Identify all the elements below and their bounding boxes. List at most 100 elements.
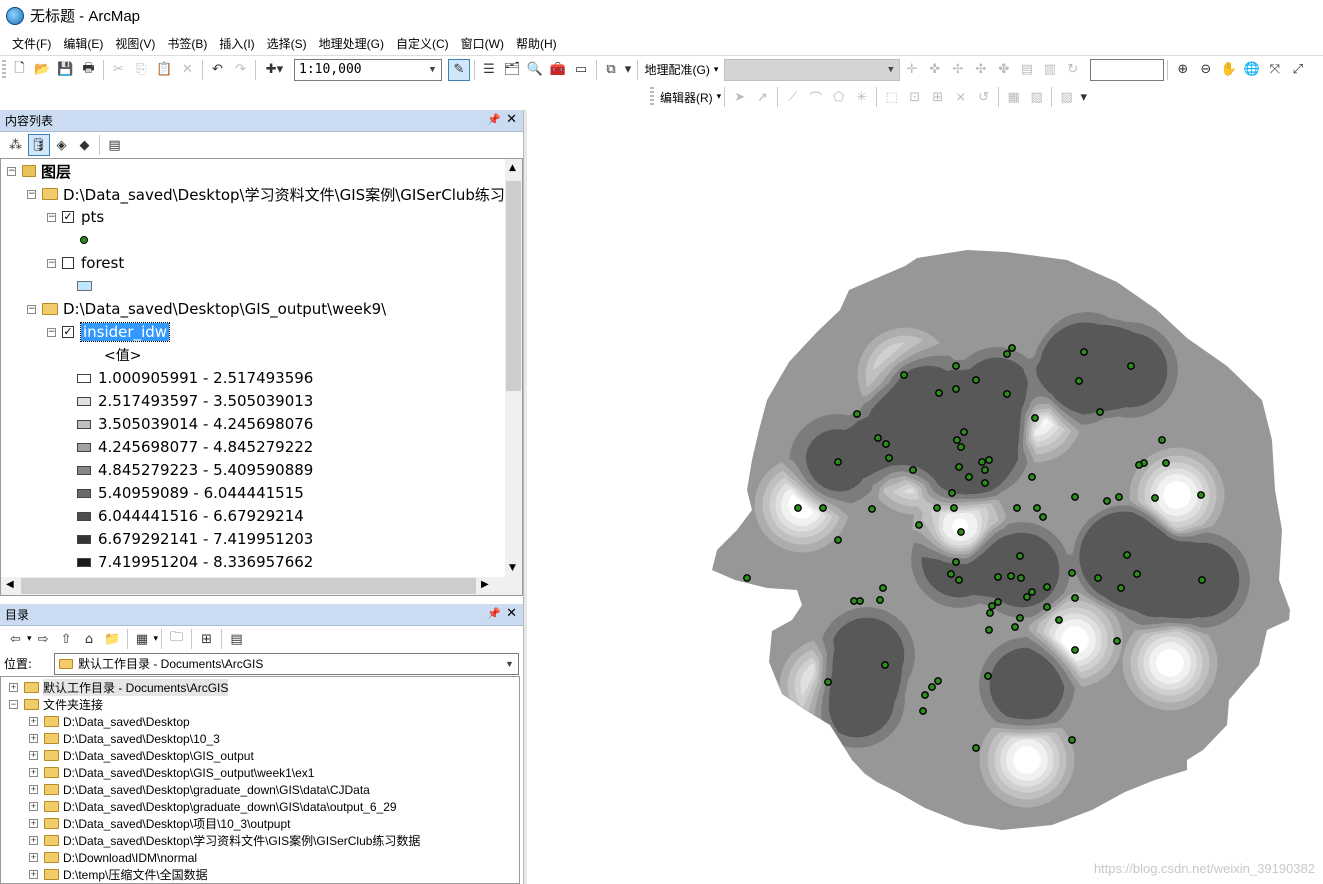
collapse-icon[interactable]: − — [27, 189, 36, 199]
sketch-properties-icon[interactable]: ▧ — [1026, 86, 1048, 108]
new-document-icon[interactable]: 🗋 — [9, 59, 31, 81]
menu-selection[interactable]: 选择(S) — [261, 35, 313, 52]
folder-connection-item[interactable]: + D:\Data_saved\Desktop\GIS_output\week1\… — [29, 764, 314, 781]
toc-vertical-scrollbar[interactable]: ▲ ▼ — [505, 159, 522, 577]
catalog-tree-icon[interactable]: ⊞ — [196, 628, 218, 650]
cut-icon[interactable]: ✂ — [108, 59, 130, 81]
georef-shift-icon[interactable]: ✤ — [993, 59, 1015, 81]
expand-icon[interactable]: + — [29, 717, 38, 726]
forward-arrow-icon[interactable]: ⇨ — [32, 628, 54, 650]
collapse-icon[interactable]: − — [47, 327, 56, 337]
georeferencing-menu[interactable]: 地理配准(G) — [641, 61, 714, 78]
list-by-drawing-order-icon[interactable]: ⁂ — [5, 134, 27, 156]
map-scale-combo[interactable]: 1:10,000 ▼ — [294, 58, 442, 81]
georef-viewer-icon[interactable]: ▥ — [1039, 59, 1061, 81]
toc-layer-forest[interactable]: − forest — [47, 252, 124, 274]
expand-icon[interactable]: + — [29, 785, 38, 794]
expand-icon[interactable]: + — [29, 802, 38, 811]
fixed-zoom-in-icon[interactable]: ⤧ — [1264, 59, 1286, 81]
folder-connection-item[interactable]: + D:\Data_saved\Desktop\项目\10_3\outpupt — [29, 815, 290, 832]
redo-icon[interactable]: ↷ — [230, 59, 252, 81]
list-by-visibility-icon[interactable]: ◈ — [51, 134, 73, 156]
expand-icon[interactable]: + — [29, 819, 38, 828]
toolbar-options-icon[interactable]: ▾ — [623, 59, 633, 81]
toolbar-options-icon[interactable]: ▾ — [1079, 86, 1089, 108]
legend-class-row[interactable]: 7.419951204 - 8.336957662 — [77, 551, 313, 573]
collapse-icon[interactable]: − — [7, 166, 16, 176]
undo-icon[interactable]: ↶ — [207, 59, 229, 81]
view-link-table-icon[interactable]: ▤ — [1016, 59, 1038, 81]
scrollbar-thumb[interactable] — [21, 578, 476, 594]
model-builder-icon[interactable]: ⧉ — [600, 59, 622, 81]
point-icon[interactable]: ✳ — [851, 86, 873, 108]
legend-class-row[interactable]: 5.40959089 - 6.044441515 — [77, 482, 304, 504]
scroll-left-icon[interactable]: ◀ — [6, 579, 14, 590]
menu-file[interactable]: 文件(F) — [6, 35, 57, 52]
zoom-out-icon[interactable]: ⊖ — [1195, 59, 1217, 81]
collapse-icon[interactable]: − — [27, 304, 36, 314]
folder-connection-item[interactable]: + D:\Data_saved\Desktop\10_3 — [29, 730, 220, 747]
scroll-down-icon[interactable]: ▼ — [509, 563, 516, 573]
up-one-level-icon[interactable]: ⇧ — [55, 628, 77, 650]
rotate-tool-icon[interactable]: ↺ — [973, 86, 995, 108]
full-extent-globe-icon[interactable]: 🌐 — [1241, 59, 1263, 81]
endpoint-arc-icon[interactable]: ⌒ — [805, 86, 827, 108]
straight-segment-icon[interactable]: ⟋ — [782, 86, 804, 108]
menu-customize[interactable]: 自定义(C) — [390, 35, 455, 52]
forest-symbol[interactable] — [77, 275, 92, 297]
cut-polygons-icon[interactable]: ⊞ — [927, 86, 949, 108]
rotation-input[interactable] — [1090, 58, 1165, 81]
edit-tool-icon[interactable]: ➤ — [729, 86, 751, 108]
legend-class-row[interactable]: 6.044441516 - 6.67929214 — [77, 505, 304, 527]
layer-visibility-checkbox[interactable] — [62, 257, 74, 269]
catalog-home[interactable]: + 默认工作目录 - Documents\ArcGIS — [9, 679, 229, 696]
views-icon[interactable]: ▦ — [131, 628, 153, 650]
trace-icon[interactable]: ⬠ — [828, 86, 850, 108]
toolbar-grip[interactable] — [650, 87, 654, 107]
map-display[interactable]: https://blog.csdn.net/weixin_39190382 — [527, 110, 1323, 884]
chevron-down-icon[interactable]: ▼ — [424, 60, 441, 80]
legend-class-row[interactable]: 4.245698077 - 4.845279222 — [77, 436, 313, 458]
catalog-options-icon[interactable]: ▤ — [226, 628, 248, 650]
expand-icon[interactable]: + — [29, 870, 38, 879]
menu-windows[interactable]: 窗口(W) — [455, 35, 510, 52]
menu-help[interactable]: 帮助(H) — [510, 35, 563, 52]
close-icon[interactable]: ✕ — [506, 112, 517, 127]
python-window-icon[interactable]: ▭ — [570, 59, 592, 81]
layer-visibility-checkbox[interactable]: ✓ — [62, 326, 74, 338]
add-control-points-icon[interactable]: ✛ — [901, 59, 923, 81]
layer-visibility-checkbox[interactable]: ✓ — [62, 211, 74, 223]
folder-connection-item[interactable]: + D:\Data_saved\Desktop\学习资料文件\GIS案例\GISe… — [29, 832, 420, 849]
collapse-icon[interactable]: − — [47, 212, 56, 222]
toc-layer-idw[interactable]: − ✓ insider_idw — [47, 321, 171, 343]
save-icon[interactable]: 💾 — [55, 59, 77, 81]
legend-class-row[interactable]: 1.000905991 - 2.517493596 — [77, 367, 313, 389]
expand-icon[interactable]: + — [9, 683, 18, 692]
paste-icon[interactable]: 📋 — [154, 59, 176, 81]
georef-layer-combo[interactable]: ▼ — [724, 58, 901, 81]
collapse-icon[interactable]: − — [47, 258, 56, 268]
reshape-icon[interactable]: ⊡ — [904, 86, 926, 108]
menu-edit[interactable]: 编辑(E) — [57, 35, 109, 52]
new-folder-icon[interactable]: 🗀 — [166, 628, 188, 650]
delete-icon[interactable]: ✕ — [177, 59, 199, 81]
scrollbar-thumb[interactable] — [506, 181, 521, 391]
toolbar-grip[interactable] — [2, 59, 6, 80]
scroll-up-icon[interactable]: ▲ — [509, 163, 516, 173]
collapse-icon[interactable]: − — [9, 700, 18, 709]
georef-rotate-icon[interactable]: ✣ — [970, 59, 992, 81]
toc-group-1[interactable]: − D:\Data_saved\Desktop\学习资料文件\GIS案例\GIS… — [27, 183, 505, 205]
fixed-zoom-out-icon[interactable]: ⤢ — [1287, 59, 1309, 81]
add-data-icon[interactable]: ✚▾ — [260, 59, 290, 81]
catalog-window-icon[interactable]: 🗂 — [501, 59, 523, 81]
home-icon[interactable]: ⌂ — [78, 628, 100, 650]
back-arrow-icon[interactable]: ⇦ — [5, 628, 27, 650]
editor-menu[interactable]: 编辑器(R) — [656, 89, 717, 106]
georef-tool-icon[interactable]: ✢ — [947, 59, 969, 81]
folder-connection-item[interactable]: + D:\Data_saved\Desktop\graduate_down\GIS… — [29, 798, 397, 815]
legend-class-row[interactable]: 3.505039014 - 4.245698076 — [77, 413, 313, 435]
arctoolbox-icon[interactable]: 🧰 — [547, 59, 569, 81]
search-window-icon[interactable]: 🔍 — [524, 59, 546, 81]
open-folder-icon[interactable]: 📂 — [32, 59, 54, 81]
expand-icon[interactable]: + — [29, 836, 38, 845]
